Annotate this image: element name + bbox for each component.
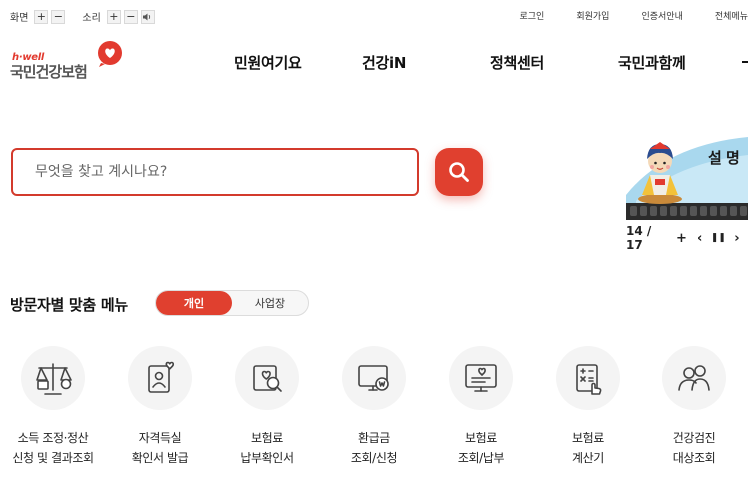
custom-menu-title: 방문자별 맞춤 메뉴 xyxy=(10,296,128,314)
search-icon xyxy=(449,162,469,182)
menu-icon[interactable] xyxy=(742,61,748,63)
quick-menu-label: 건강검진 xyxy=(672,431,716,445)
banner-pause-button[interactable]: ❚❚ xyxy=(711,229,726,247)
volume-up-button[interactable]: + xyxy=(106,9,121,24)
login-link[interactable]: 로그인 xyxy=(488,9,545,22)
main-navigation: 민원여기요 건강iN 정책센터 국민과함께 xyxy=(0,52,748,76)
tab-individual[interactable]: 개인 xyxy=(156,291,232,315)
screen-zoom-in-button[interactable]: + xyxy=(34,9,49,24)
nav-item-civil-service[interactable]: 민원여기요 xyxy=(234,52,302,73)
scale-icon xyxy=(36,363,72,395)
quick-menu-label: 보험료 xyxy=(465,431,497,445)
people-icon xyxy=(678,365,710,391)
nav-item-health-in[interactable]: 건강iN xyxy=(362,52,406,73)
quick-menu-label: 신청 및 결과조회 xyxy=(12,451,94,465)
quick-menu-label: 환급금 xyxy=(358,431,390,445)
volume-down-button[interactable]: − xyxy=(123,9,138,24)
quick-menu-label: 계산기 xyxy=(572,451,604,465)
quick-menu-label: 납부확인서 xyxy=(240,451,294,465)
nav-item-with-citizens[interactable]: 국민과함께 xyxy=(618,52,686,73)
payment-monitor-icon xyxy=(465,364,497,392)
promo-banner[interactable]: 설 명 xyxy=(626,135,748,220)
quick-menu-item-refund[interactable]: 환급금 조회/신청 xyxy=(324,346,424,468)
quick-menu-label: 소득 조정·정산 xyxy=(17,431,89,445)
search-button[interactable] xyxy=(435,148,483,196)
banner-controls: 14 / 17 + ‹ ❚❚ › xyxy=(626,224,748,252)
refund-monitor-icon xyxy=(358,365,389,391)
tab-business[interactable]: 사업장 xyxy=(232,291,308,315)
calculator-icon xyxy=(576,364,602,395)
quick-menu-label: 조회/납부 xyxy=(457,451,505,465)
banner-add-button[interactable]: + xyxy=(674,229,688,247)
quick-menu-item-health-checkup[interactable]: 건강검진 대상조회 xyxy=(644,346,744,468)
screen-size-label: 화면 xyxy=(10,13,29,24)
quick-menu-item-premium-inquiry[interactable]: 보험료 조회/납부 xyxy=(431,346,531,468)
banner-next-button[interactable]: › xyxy=(730,229,744,247)
certificate-icon xyxy=(148,361,175,393)
utility-bar: 화면 + − 소리 + − 로그인 회원가입 인증서안내 전체메뉴 xyxy=(0,0,748,32)
banner-headline: 설 명 xyxy=(708,149,740,167)
certificate-guide-link[interactable]: 인증서안내 xyxy=(609,9,682,22)
banner-prev-button[interactable]: ‹ xyxy=(693,229,707,247)
all-menu-link[interactable]: 전체메뉴 xyxy=(683,9,748,22)
banner-counter: 14 / 17 xyxy=(626,224,652,252)
utility-links: 로그인 회원가입 인증서안내 전체메뉴 xyxy=(488,9,748,22)
search-input[interactable] xyxy=(13,150,417,194)
nav-item-policy-center[interactable]: 정책센터 xyxy=(490,52,544,73)
accessibility-controls: 화면 + − 소리 + − xyxy=(10,9,158,24)
quick-menu-item-qualification-certificate[interactable]: 자격득실 확인서 발급 xyxy=(110,346,210,468)
quick-menu-label: 조회/신청 xyxy=(350,451,398,465)
quick-menu-label: 대상조회 xyxy=(672,451,716,465)
quick-menu-label: 보험료 xyxy=(572,431,604,445)
screen-zoom-out-button[interactable]: − xyxy=(51,9,66,24)
document-search-icon xyxy=(253,365,282,392)
sound-label: 소리 xyxy=(82,13,101,24)
search-box xyxy=(11,148,419,196)
quick-menu-item-premium-calculator[interactable]: 보험료 계산기 xyxy=(538,346,638,468)
quick-menu-item-premium-payment-certificate[interactable]: 보험료 납부확인서 xyxy=(217,346,317,468)
speaker-icon[interactable] xyxy=(140,9,155,24)
signup-link[interactable]: 회원가입 xyxy=(544,9,609,22)
quick-menu-label: 보험료 xyxy=(251,431,283,445)
visitor-type-toggle: 개인 사업장 xyxy=(155,290,309,316)
quick-menu-item-income-adjustment[interactable]: 소득 조정·정산 신청 및 결과조회 xyxy=(3,346,103,468)
quick-menu-label: 확인서 발급 xyxy=(131,451,189,465)
quick-menu-label: 자격득실 xyxy=(138,431,182,445)
